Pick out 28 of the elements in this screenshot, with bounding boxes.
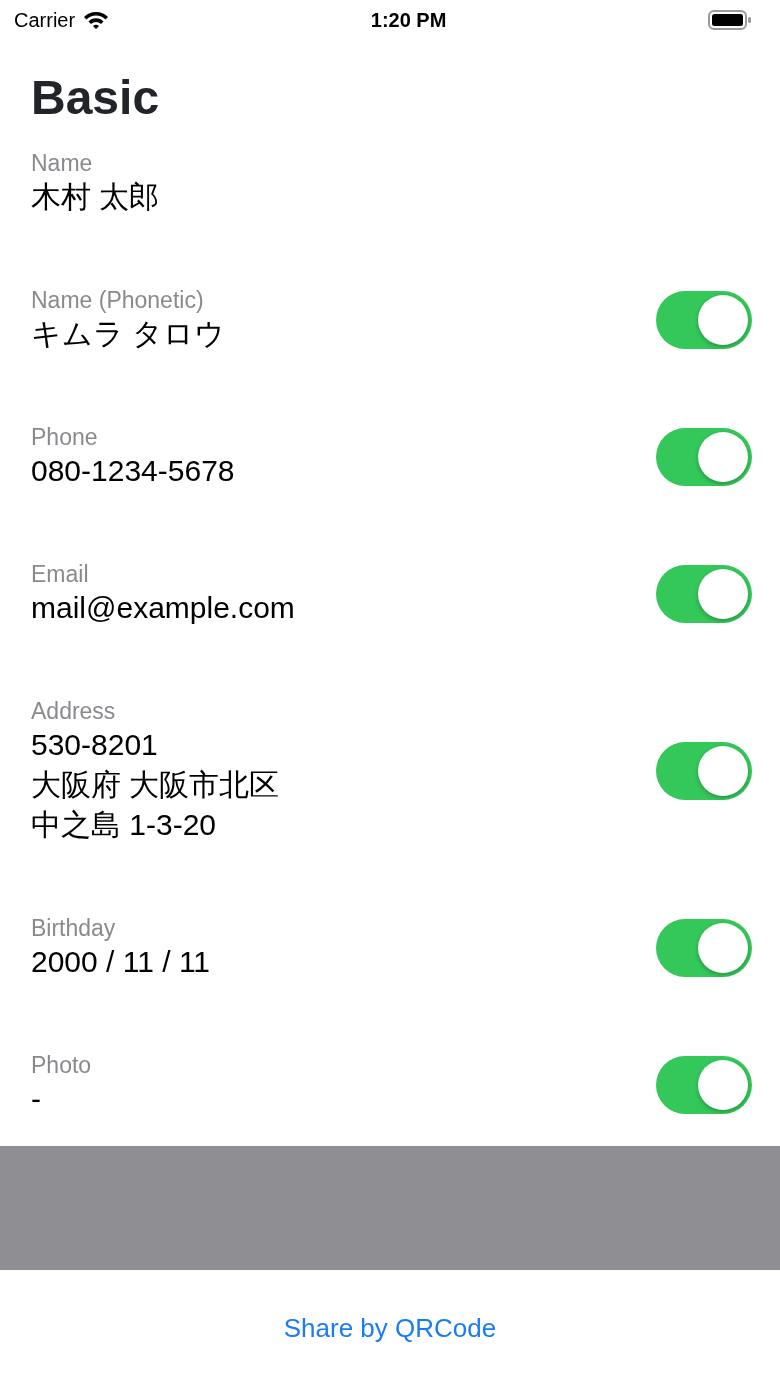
share-button[interactable]: Share by QRCode xyxy=(277,1308,503,1349)
battery-icon xyxy=(708,10,752,30)
field-label: Address xyxy=(31,697,117,725)
clock-time: 1:20 PM xyxy=(370,8,447,33)
field-value: キムラ タロウ xyxy=(31,316,226,352)
toggle-switch[interactable] xyxy=(656,919,752,977)
field-label: Birthday xyxy=(31,914,117,942)
toggle-switch[interactable] xyxy=(656,1056,752,1114)
field-value: 080-1234-5678 xyxy=(31,453,235,489)
toggle-switch[interactable] xyxy=(656,565,752,623)
toggle-switch[interactable] xyxy=(656,742,752,800)
field-value: 大阪府 大阪市北区 xyxy=(31,767,280,803)
page-title: Basic xyxy=(31,70,161,126)
field-value: 木村 太郎 xyxy=(31,179,160,215)
field-value: mail@example.com xyxy=(31,590,295,626)
carrier-label: Carrier xyxy=(14,8,76,33)
toggle-switch[interactable] xyxy=(656,428,752,486)
wifi-icon xyxy=(83,10,110,30)
field-label: Name xyxy=(31,149,94,177)
field-label: Phone xyxy=(31,423,99,451)
field-value: 530-8201 xyxy=(31,727,159,763)
field-value: - xyxy=(31,1081,42,1117)
field-value: 中之島 1-3-20 xyxy=(31,807,218,843)
field-label: Email xyxy=(31,560,90,588)
field-label: Name (Phonetic) xyxy=(31,286,205,314)
field-label: Photo xyxy=(31,1051,92,1079)
field-value: 2000 / 11 / 11 xyxy=(31,944,211,980)
toggle-switch[interactable] xyxy=(656,291,752,349)
